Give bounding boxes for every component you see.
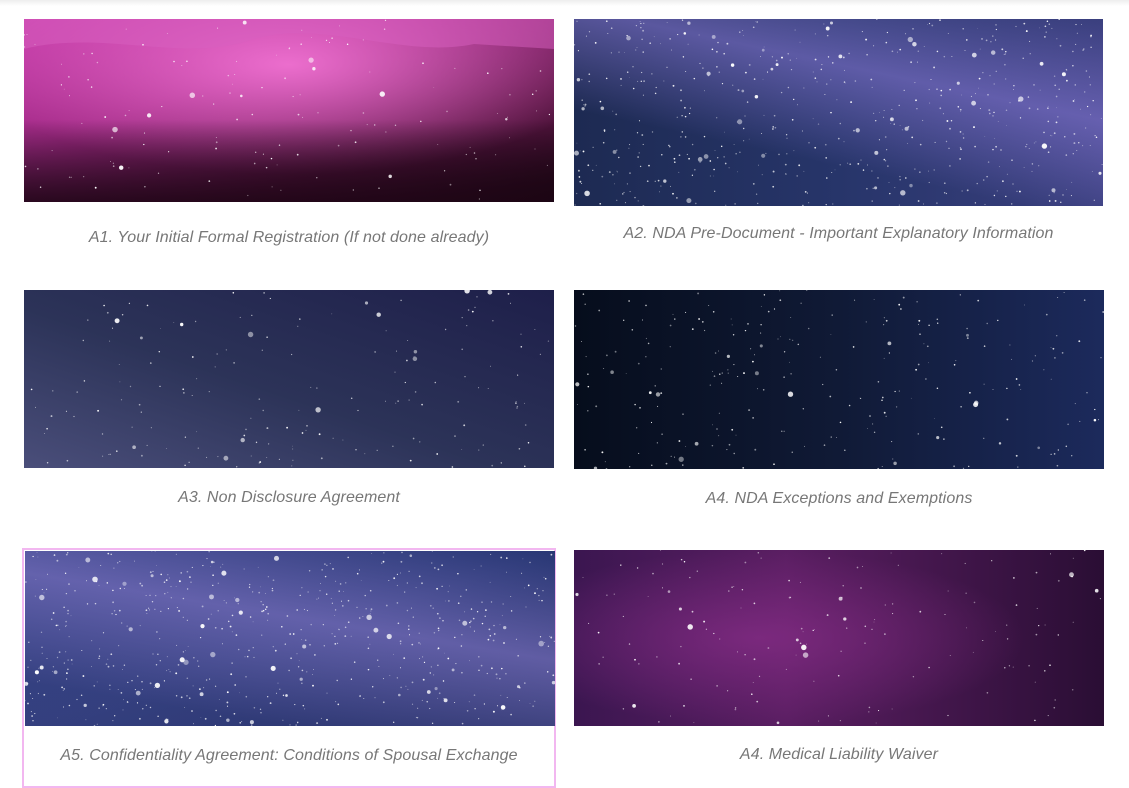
card-title[interactable]: A1. Your Initial Formal Registration (If… bbox=[24, 229, 554, 247]
card-title[interactable]: A4. Medical Liability Waiver bbox=[574, 746, 1104, 764]
card-a6[interactable]: A4. Medical Liability Waiver bbox=[574, 550, 1104, 777]
blue-milky-way-image[interactable] bbox=[25, 551, 555, 726]
card-a3[interactable]: A3. Non Disclosure Agreement bbox=[24, 290, 554, 530]
card-a1[interactable]: A1. Your Initial Formal Registration (If… bbox=[24, 19, 554, 269]
card-title[interactable]: A4. NDA Exceptions and Exemptions bbox=[574, 490, 1104, 508]
card-title[interactable]: A3. Non Disclosure Agreement bbox=[24, 489, 554, 507]
card-a2[interactable]: A2. NDA Pre-Document - Important Explana… bbox=[574, 19, 1103, 269]
magenta-nebula-image[interactable] bbox=[24, 19, 554, 202]
card-title[interactable]: A5. Confidentiality Agreement: Condition… bbox=[24, 747, 554, 765]
card-title[interactable]: A2. NDA Pre-Document - Important Explana… bbox=[574, 225, 1103, 243]
starfield-image[interactable] bbox=[24, 290, 554, 468]
card-a4[interactable]: A4. NDA Exceptions and Exemptions bbox=[574, 290, 1104, 530]
top-shadow-bar bbox=[0, 0, 1129, 6]
purple-nebula-image[interactable] bbox=[574, 550, 1104, 726]
card-a5[interactable]: A5. Confidentiality Agreement: Condition… bbox=[22, 548, 556, 788]
dark-starfield-image[interactable] bbox=[574, 290, 1104, 469]
milky-way-image[interactable] bbox=[574, 19, 1103, 206]
